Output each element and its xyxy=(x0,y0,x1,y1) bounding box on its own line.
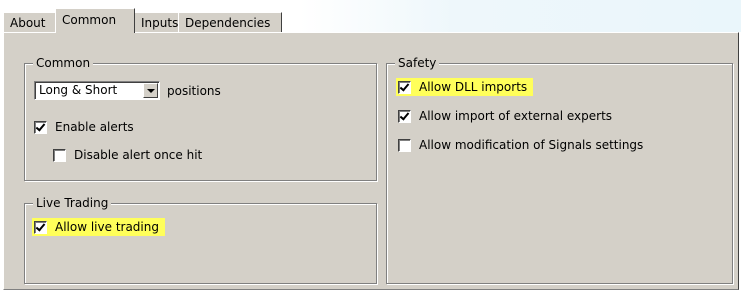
allow-external-experts-label: Allow import of external experts xyxy=(419,109,613,123)
checkbox-checked-icon[interactable] xyxy=(34,120,47,134)
allow-live-trading-checkbox[interactable]: Allow live trading xyxy=(32,218,165,236)
positions-label: positions xyxy=(167,84,221,98)
live-trading-group: Live Trading xyxy=(24,195,377,284)
checkbox-checked-icon[interactable] xyxy=(34,220,47,234)
safety-group: Safety xyxy=(386,55,733,284)
allow-signals-modification-label: Allow modification of Signals settings xyxy=(419,138,644,152)
enable-alerts-checkbox[interactable]: Enable alerts xyxy=(34,118,134,136)
checkbox-unchecked-icon[interactable] xyxy=(53,148,66,162)
tab-about[interactable]: About xyxy=(3,12,56,32)
allow-signals-modification-checkbox[interactable]: Allow modification of Signals settings xyxy=(398,136,643,154)
common-group-title: Common xyxy=(33,55,94,71)
checkbox-unchecked-icon[interactable] xyxy=(398,138,411,152)
live-trading-group-title: Live Trading xyxy=(33,195,112,211)
checkbox-checked-icon[interactable] xyxy=(398,109,411,123)
allow-external-experts-checkbox[interactable]: Allow import of external experts xyxy=(398,107,612,125)
checkbox-checked-icon[interactable] xyxy=(398,80,411,94)
tab-inputs[interactable]: Inputs xyxy=(134,12,179,32)
enable-alerts-label: Enable alerts xyxy=(55,120,134,134)
direction-select-value: Long & Short xyxy=(39,83,118,97)
safety-group-title: Safety xyxy=(395,55,440,71)
disable-alert-once-hit-checkbox[interactable]: Disable alert once hit xyxy=(53,146,202,164)
tab-dependencies[interactable]: Dependencies xyxy=(178,12,282,32)
tab-common[interactable]: Common xyxy=(55,8,135,33)
background-tint xyxy=(300,0,741,32)
dropdown-button[interactable] xyxy=(143,83,158,98)
disable-alert-once-hit-label: Disable alert once hit xyxy=(74,148,203,162)
direction-select[interactable]: Long & Short xyxy=(34,81,160,100)
allow-dll-imports-label: Allow DLL imports xyxy=(419,80,528,94)
allow-dll-imports-checkbox[interactable]: Allow DLL imports xyxy=(396,78,534,96)
chevron-down-icon xyxy=(147,89,155,93)
allow-live-trading-label: Allow live trading xyxy=(55,220,159,234)
